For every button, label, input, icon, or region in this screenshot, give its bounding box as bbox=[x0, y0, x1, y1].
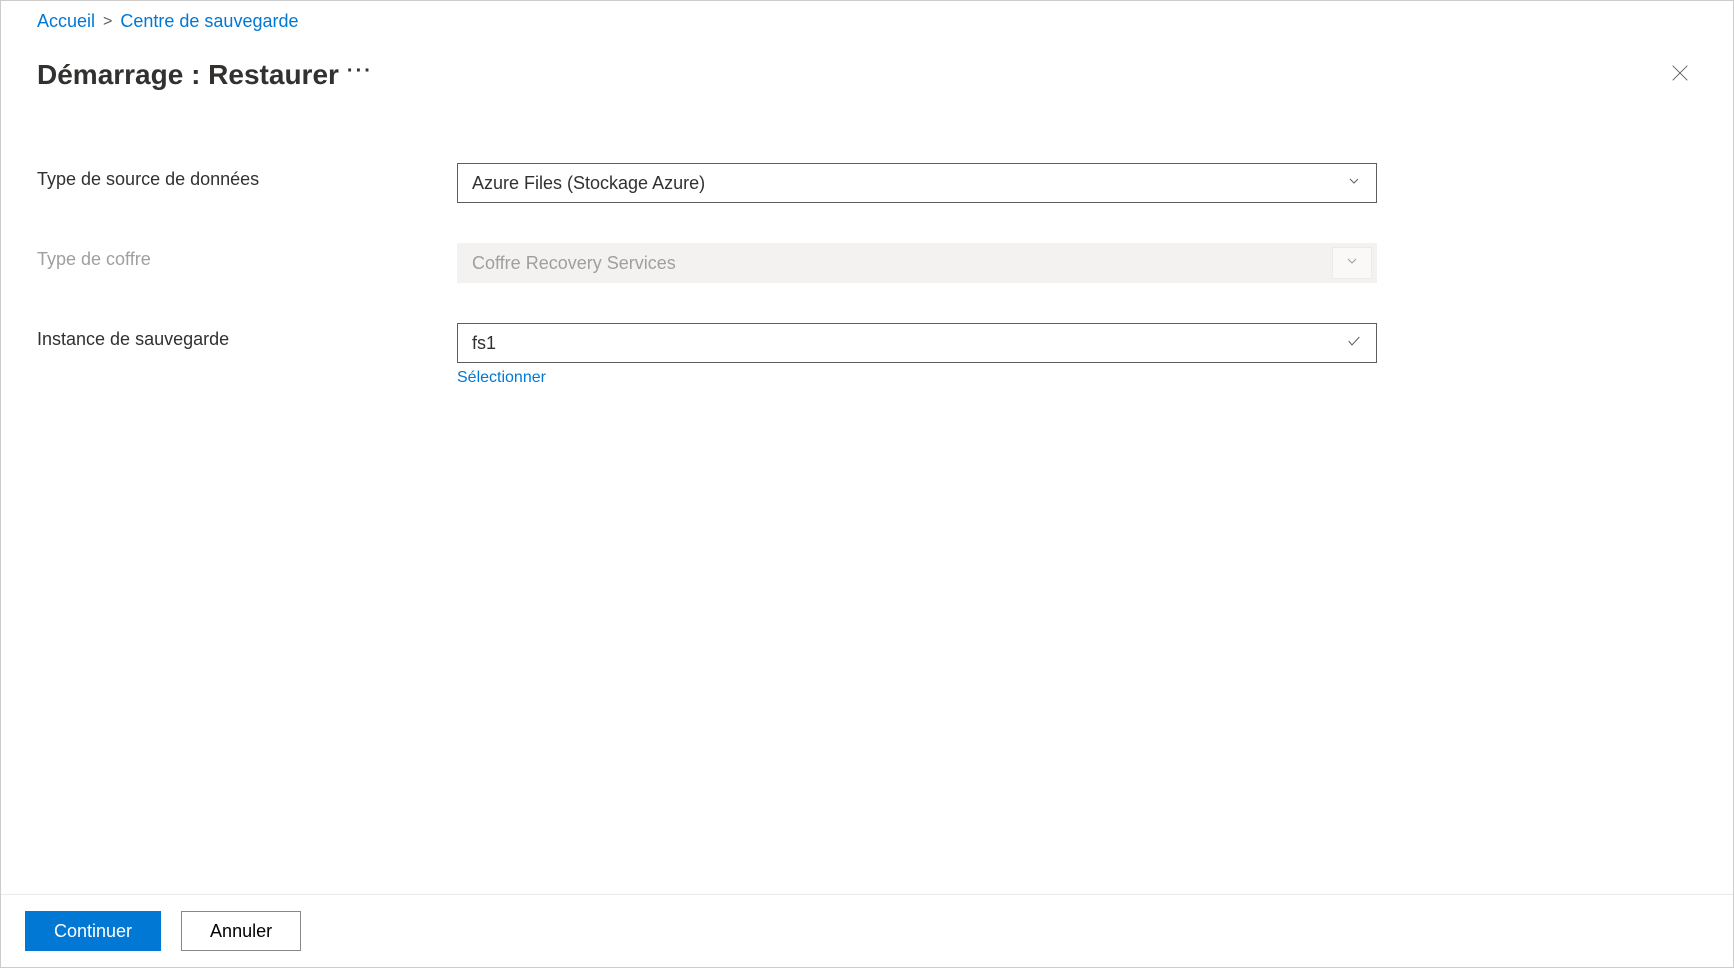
cancel-button[interactable]: Annuler bbox=[181, 911, 301, 951]
datasource-type-value: Azure Files (Stockage Azure) bbox=[472, 173, 705, 194]
more-menu-button[interactable]: ··· bbox=[347, 60, 373, 89]
vault-type-select: Coffre Recovery Services bbox=[457, 243, 1377, 283]
page-title-text: Démarrage : Restaurer bbox=[37, 59, 339, 91]
close-button[interactable] bbox=[1663, 56, 1697, 93]
close-icon bbox=[1669, 62, 1691, 87]
breadcrumb-home-link[interactable]: Accueil bbox=[37, 11, 95, 32]
backup-instance-value: fs1 bbox=[472, 333, 496, 354]
chevron-down-icon bbox=[1346, 173, 1362, 194]
breadcrumb-separator: > bbox=[103, 13, 112, 31]
backup-instance-label-text: Instance de sauvegarde bbox=[37, 329, 229, 349]
page-title: Démarrage : Restaurer ··· bbox=[37, 59, 373, 91]
select-instance-link[interactable]: Sélectionner bbox=[457, 369, 546, 387]
footer: Continuer Annuler bbox=[1, 894, 1733, 967]
continue-button[interactable]: Continuer bbox=[25, 911, 161, 951]
backup-instance-label: Instance de sauvegarde bbox=[37, 323, 457, 350]
breadcrumb: Accueil > Centre de sauvegarde bbox=[1, 1, 1733, 32]
vault-type-label: Type de coffre bbox=[37, 243, 457, 270]
vault-type-value: Coffre Recovery Services bbox=[472, 253, 676, 274]
chevron-down-icon bbox=[1344, 253, 1360, 274]
breadcrumb-backup-center-link[interactable]: Centre de sauvegarde bbox=[120, 11, 298, 32]
datasource-type-select[interactable]: Azure Files (Stockage Azure) bbox=[457, 163, 1377, 203]
check-icon bbox=[1346, 333, 1362, 354]
backup-instance-select[interactable]: fs1 bbox=[457, 323, 1377, 363]
datasource-type-label: Type de source de données bbox=[37, 163, 457, 190]
